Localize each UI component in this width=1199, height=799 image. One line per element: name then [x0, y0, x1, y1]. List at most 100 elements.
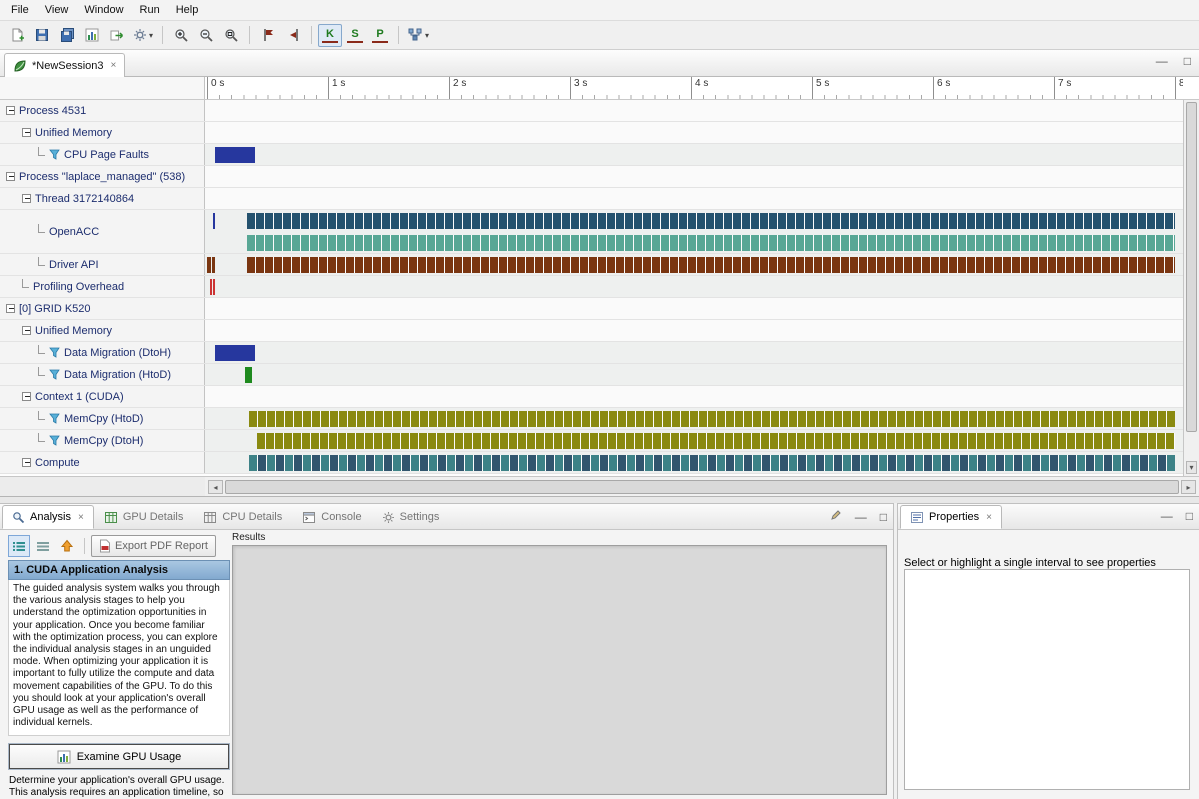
- kernel-timeline-toggle[interactable]: K: [318, 24, 342, 47]
- maximize-icon[interactable]: □: [880, 510, 887, 524]
- new-session-button[interactable]: [5, 24, 29, 47]
- session-tab[interactable]: *NewSession3 ×: [4, 53, 125, 77]
- tab-settings[interactable]: Settings: [372, 505, 450, 529]
- timeline-row-track[interactable]: [205, 452, 1183, 473]
- timeline-row-track[interactable]: [205, 144, 1183, 165]
- timeline-row-track[interactable]: [205, 320, 1183, 341]
- menu-file[interactable]: File: [3, 1, 37, 19]
- menu-window[interactable]: Window: [76, 1, 131, 19]
- timeline-row-label[interactable]: Process 4531: [0, 100, 205, 121]
- zoom-fit-button[interactable]: [219, 24, 243, 47]
- timeline-row-label[interactable]: [0] GRID K520: [0, 298, 205, 319]
- horizontal-scrollbar[interactable]: ◂ ▸: [205, 476, 1199, 496]
- timeline-row-label[interactable]: OpenACC: [0, 210, 205, 253]
- scroll-right-icon[interactable]: ▸: [1181, 480, 1196, 494]
- dropdown-arrow-icon[interactable]: ▾: [425, 31, 429, 40]
- collapse-icon[interactable]: [22, 128, 31, 137]
- close-icon[interactable]: ×: [986, 512, 992, 523]
- tab-properties[interactable]: Properties×: [900, 505, 1002, 529]
- maximize-icon[interactable]: □: [1184, 54, 1191, 68]
- timeline-row-track[interactable]: [205, 122, 1183, 143]
- scroll-down-icon[interactable]: ▾: [1186, 461, 1197, 474]
- timeline-row-label[interactable]: Data Migration (HtoD): [0, 364, 205, 385]
- menu-run[interactable]: Run: [132, 1, 168, 19]
- timeline-row-label[interactable]: Data Migration (DtoH): [0, 342, 205, 363]
- unguided-mode-button[interactable]: [32, 535, 54, 557]
- run-analysis-dropdown[interactable]: ▾: [405, 24, 432, 47]
- timeline-row-label[interactable]: MemCpy (DtoH): [0, 430, 205, 451]
- timeline-row-label[interactable]: Process "laplace_managed" (538): [0, 166, 205, 187]
- timeline-bar[interactable]: [207, 257, 211, 273]
- view-menu-icon[interactable]: [830, 509, 842, 524]
- minimize-icon[interactable]: —: [855, 510, 867, 524]
- collapse-icon[interactable]: [6, 304, 15, 313]
- close-icon[interactable]: ×: [111, 60, 117, 71]
- maximize-icon[interactable]: □: [1186, 509, 1193, 523]
- tab-gpu-details[interactable]: GPU Details: [94, 505, 194, 529]
- vertical-scrollbar[interactable]: ▾: [1183, 100, 1199, 476]
- timeline-row-label[interactable]: Unified Memory: [0, 320, 205, 341]
- timeline-row-label[interactable]: Compute: [0, 452, 205, 473]
- stream-timeline-toggle[interactable]: S: [343, 24, 367, 47]
- close-icon[interactable]: ×: [78, 512, 84, 523]
- timeline-row-label[interactable]: Context 1 (CUDA): [0, 386, 205, 407]
- horizontal-scrollbar-thumb[interactable]: [225, 480, 1179, 494]
- tab-cpu-details[interactable]: CPU Details: [193, 505, 292, 529]
- timeline-row-track[interactable]: [205, 254, 1183, 275]
- timeline-bar[interactable]: [213, 213, 215, 229]
- back-up-button[interactable]: [56, 535, 78, 557]
- timeline-bar[interactable]: [247, 235, 1175, 251]
- import-export-button[interactable]: [105, 24, 129, 47]
- timeline-bar[interactable]: [215, 345, 255, 361]
- process-timeline-toggle[interactable]: P: [368, 24, 392, 47]
- minimize-icon[interactable]: —: [1161, 509, 1173, 523]
- filter-icon[interactable]: [49, 369, 60, 380]
- collapse-icon[interactable]: [6, 106, 15, 115]
- timeline-row-track[interactable]: [205, 100, 1183, 121]
- filter-icon[interactable]: [49, 413, 60, 424]
- timeline-row-label[interactable]: MemCpy (HtoD): [0, 408, 205, 429]
- tab-console[interactable]: Console: [292, 505, 371, 529]
- zoom-out-button[interactable]: [194, 24, 218, 47]
- timeline-row-track[interactable]: [205, 364, 1183, 385]
- zoom-in-button[interactable]: [169, 24, 193, 47]
- collapse-icon[interactable]: [6, 172, 15, 181]
- timeline-bar[interactable]: [247, 213, 1175, 229]
- configure-dropdown[interactable]: ▾: [130, 24, 156, 47]
- tab-analysis[interactable]: Analysis×: [2, 505, 94, 529]
- timeline-row-track[interactable]: [205, 298, 1183, 319]
- filter-icon[interactable]: [49, 347, 60, 358]
- timeline-bar[interactable]: [212, 257, 216, 273]
- scroll-left-icon[interactable]: ◂: [208, 480, 223, 494]
- timeline-row-label[interactable]: Profiling Overhead: [0, 276, 205, 297]
- timeline-bar[interactable]: [247, 257, 1175, 273]
- collapse-icon[interactable]: [22, 194, 31, 203]
- next-marker-button[interactable]: [281, 24, 305, 47]
- timeline-row-track[interactable]: [205, 408, 1183, 429]
- timeline-row-label[interactable]: Thread 3172140864: [0, 188, 205, 209]
- timeline-row-track[interactable]: [205, 188, 1183, 209]
- timeline-row-label[interactable]: Driver API: [0, 254, 205, 275]
- export-pdf-button[interactable]: Export PDF Report: [91, 535, 216, 557]
- timeline-bar[interactable]: [215, 147, 255, 163]
- collapse-icon[interactable]: [22, 326, 31, 335]
- timeline-row-track[interactable]: [205, 210, 1183, 253]
- timeline-bar[interactable]: [245, 367, 252, 383]
- timeline-row-track[interactable]: [205, 342, 1183, 363]
- timeline-bar[interactable]: [210, 279, 212, 295]
- timeline-bar[interactable]: [257, 433, 1175, 449]
- timeline-bar[interactable]: [249, 411, 1175, 427]
- save-all-button[interactable]: [55, 24, 79, 47]
- timeline-row-label[interactable]: CPU Page Faults: [0, 144, 205, 165]
- filter-icon[interactable]: [49, 149, 60, 160]
- timeline-row-track[interactable]: [205, 276, 1183, 297]
- profile-application-button[interactable]: [80, 24, 104, 47]
- vertical-scrollbar-thumb[interactable]: [1186, 102, 1197, 432]
- timeline-row-track[interactable]: [205, 430, 1183, 451]
- prev-marker-button[interactable]: [256, 24, 280, 47]
- filter-icon[interactable]: [49, 435, 60, 446]
- dropdown-arrow-icon[interactable]: ▾: [149, 31, 153, 40]
- timeline-bar[interactable]: [249, 455, 1175, 471]
- timeline-row-track[interactable]: [205, 386, 1183, 407]
- timeline-row-track[interactable]: [205, 166, 1183, 187]
